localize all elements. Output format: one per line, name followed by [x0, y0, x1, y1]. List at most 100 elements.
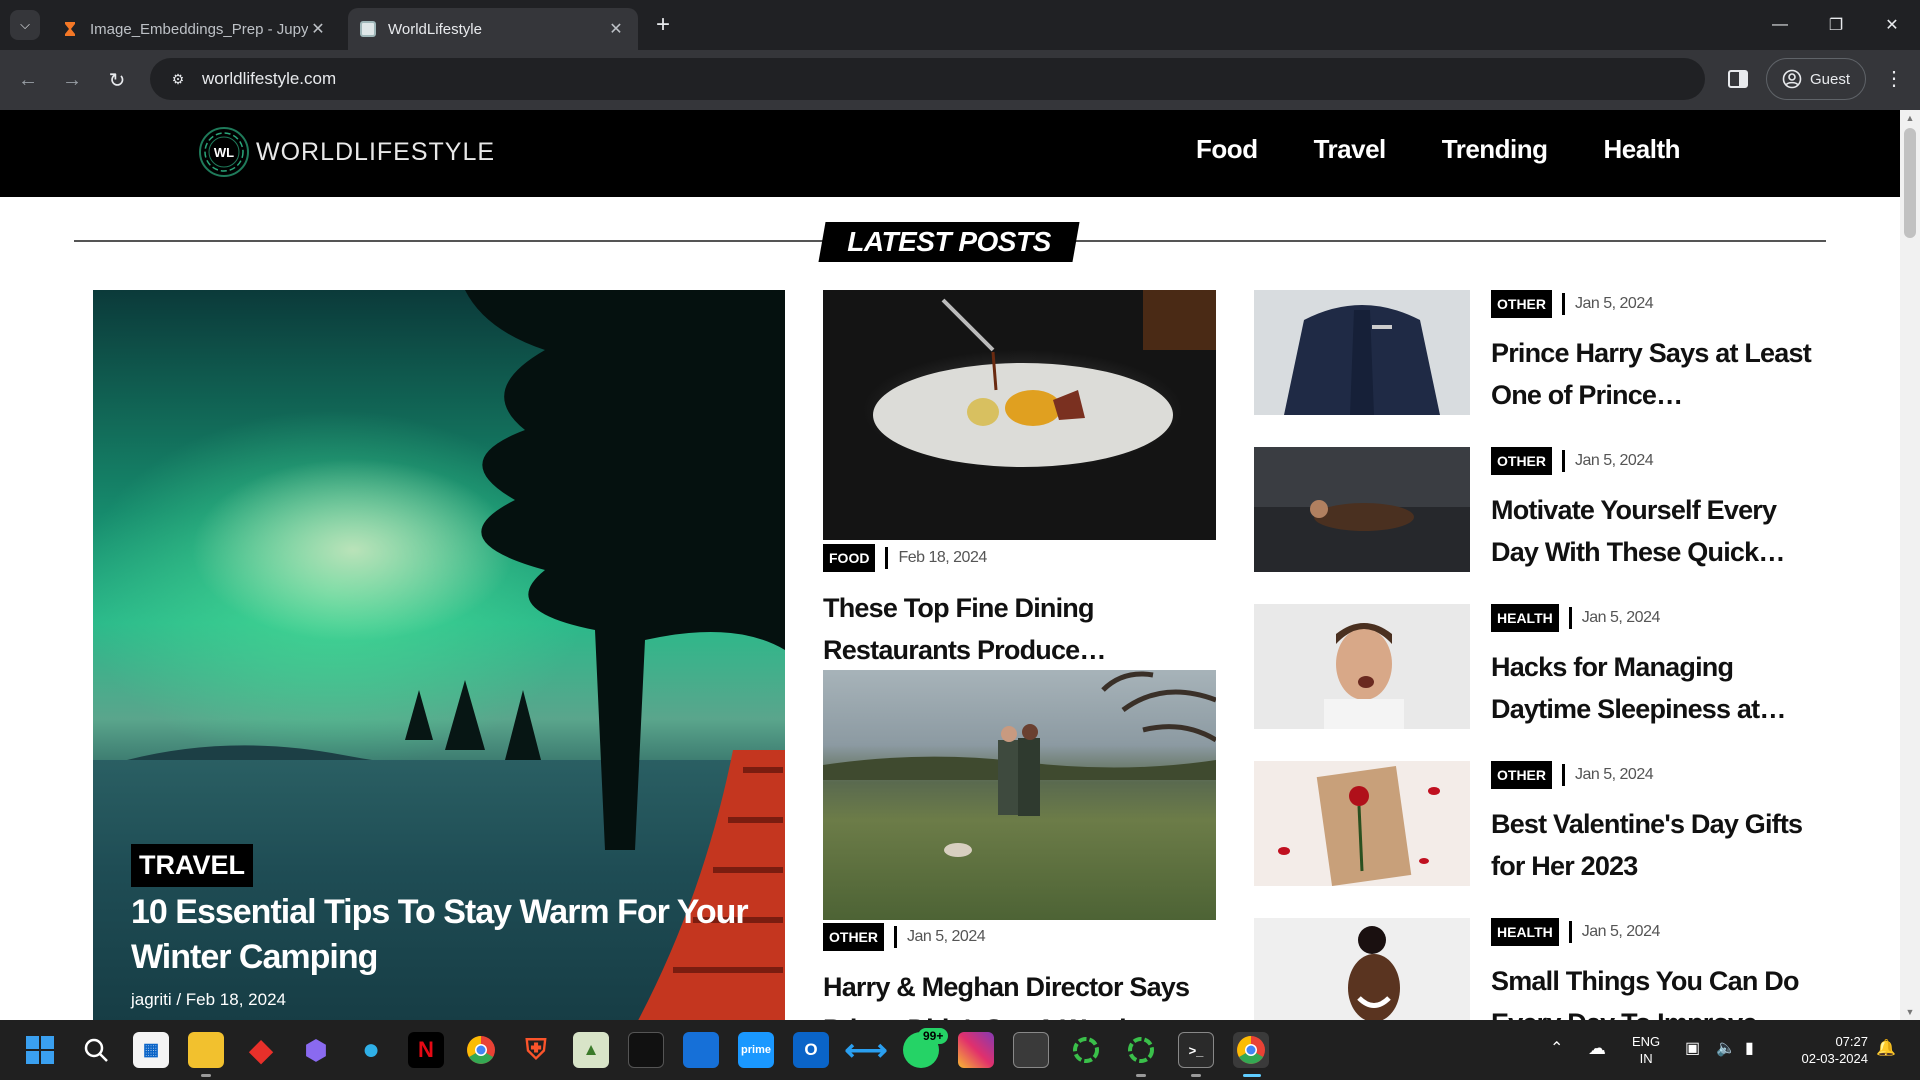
back-button[interactable]: ← — [12, 64, 44, 96]
smiling-woman-image — [1348, 926, 1400, 1020]
chrome-active-icon[interactable] — [1233, 1032, 1269, 1068]
language-label: ENG — [1632, 1034, 1661, 1049]
user-circle-icon — [1782, 69, 1802, 89]
category-badge[interactable]: OTHER — [1491, 290, 1552, 318]
site-header: WL WORLDLIFESTYLE Food Travel Trending H… — [0, 110, 1900, 197]
loading-ring-icon[interactable] — [1068, 1032, 1104, 1068]
post-title[interactable]: Small Things You Can Do Every Day To Imp… — [1491, 960, 1821, 1020]
close-tab-icon[interactable]: ✕ — [606, 19, 626, 39]
terminal-icon[interactable]: >_ — [1178, 1032, 1214, 1068]
category-badge[interactable]: OTHER — [1491, 761, 1552, 789]
nav-food[interactable]: Food — [1196, 134, 1258, 165]
category-badge[interactable]: OTHER — [823, 923, 884, 951]
region-label: IN — [1639, 1051, 1653, 1066]
post-title[interactable]: Prince Harry Says at Least One of Prince… — [1491, 332, 1821, 416]
active-indicator — [1243, 1074, 1261, 1077]
post-image-harry-meghan[interactable] — [823, 670, 1216, 920]
logo-text: WORLDLIFESTYLE — [256, 137, 496, 166]
forward-button[interactable]: → — [56, 64, 88, 96]
vscode-icon[interactable]: ⟷ — [845, 1032, 888, 1068]
post-date: Jan 5, 2024 — [1581, 609, 1661, 626]
minimize-button[interactable]: — — [1752, 0, 1808, 50]
sofa-sleeper-image — [1254, 447, 1470, 572]
tray-chevron-up-icon[interactable]: ⌃ — [1550, 1040, 1563, 1057]
tab-jupyter[interactable]: Image_Embeddings_Prep - Jupyter ✕ — [50, 8, 340, 50]
tab-title: Image_Embeddings_Prep - Jupyter — [90, 20, 308, 38]
post-image-sleepiness[interactable] — [1254, 604, 1470, 729]
clock-date: 02-03-2024 — [1801, 1051, 1869, 1066]
start-button[interactable] — [22, 1032, 58, 1068]
loading-ring-icon-2[interactable] — [1123, 1032, 1159, 1068]
tab-worldlifestyle[interactable]: WorldLifestyle ✕ — [348, 8, 638, 50]
outlook-icon[interactable]: O — [793, 1032, 829, 1068]
edge-icon[interactable]: ● — [353, 1032, 389, 1068]
nav-health[interactable]: Health — [1604, 134, 1681, 165]
post-meta-row: OTHER Jan 5, 2024 — [1491, 761, 1654, 789]
hero-post[interactable]: TRAVEL 10 Essential Tips To Stay Warm Fo… — [93, 290, 785, 1020]
page-scrollbar[interactable]: ▲ ▼ — [1900, 110, 1920, 1020]
post-title[interactable]: Harry & Meghan Director Says Prince Didn… — [823, 966, 1223, 1020]
tab-search-button[interactable]: ⌵ — [10, 10, 40, 40]
scrollbar-thumb[interactable] — [1904, 128, 1916, 238]
profile-button[interactable]: Guest — [1766, 58, 1866, 100]
post-title[interactable]: These Top Fine Dining Restaurants Produc… — [823, 587, 1223, 671]
post-date: Feb 18, 2024 — [898, 549, 987, 566]
close-window-button[interactable]: ✕ — [1864, 0, 1920, 50]
post-image-small-things[interactable] — [1254, 918, 1470, 1020]
volume-muted-icon[interactable]: 🔈 — [1716, 1040, 1736, 1057]
search-icon[interactable] — [78, 1032, 114, 1068]
hero-category-badge[interactable]: TRAVEL — [131, 844, 253, 887]
post-image-valentine[interactable] — [1254, 761, 1470, 886]
meta-separator — [1568, 921, 1572, 943]
address-bar[interactable]: ⚙ worldlifestyle.com — [150, 58, 1705, 100]
site-logo[interactable]: WL WORLDLIFESTYLE — [198, 126, 495, 178]
close-tab-icon[interactable]: ✕ — [308, 19, 328, 39]
side-panel-icon[interactable] — [1725, 66, 1751, 92]
running-indicator — [1136, 1074, 1146, 1077]
new-tab-button[interactable]: + — [650, 12, 676, 38]
reload-button[interactable]: ↻ — [101, 64, 133, 96]
notification-bell-icon[interactable]: 🔔 — [1876, 1040, 1896, 1057]
store-icon[interactable]: ▦ — [133, 1032, 169, 1068]
blue-app-icon[interactable] — [683, 1032, 719, 1068]
post-image-fine-dining[interactable] — [823, 290, 1216, 540]
worldlifestyle-favicon — [360, 21, 376, 37]
post-title[interactable]: Motivate Yourself Every Day With These Q… — [1491, 489, 1821, 573]
copilot-icon[interactable]: ⬢ — [298, 1032, 334, 1068]
clock[interactable]: 07:27 02-03-2024 — [1782, 1033, 1869, 1067]
brave-icon[interactable]: ⛨ — [518, 1032, 554, 1068]
nav-travel[interactable]: Travel — [1314, 134, 1387, 165]
category-badge[interactable]: OTHER — [1491, 447, 1552, 475]
window-app-icon[interactable] — [1013, 1032, 1049, 1068]
battery-icon[interactable]: ▮ — [1745, 1040, 1754, 1057]
file-explorer-icon[interactable] — [188, 1032, 224, 1068]
post-title[interactable]: Best Valentine's Day Gifts for Her 2023 — [1491, 803, 1821, 887]
app-diamond-icon[interactable]: ◆ — [243, 1032, 279, 1068]
post-title[interactable]: Hacks for Managing Daytime Sleepiness at… — [1491, 646, 1821, 730]
running-indicator — [1191, 1074, 1201, 1077]
post-date: Jan 5, 2024 — [1575, 766, 1654, 783]
clock-time: 07:27 — [1835, 1034, 1868, 1049]
hero-title[interactable]: 10 Essential Tips To Stay Warm For Your … — [131, 890, 751, 980]
category-badge[interactable]: FOOD — [823, 544, 876, 572]
chrome-icon[interactable] — [463, 1032, 499, 1068]
post-image-prince-harry[interactable] — [1254, 290, 1470, 415]
language-indicator[interactable]: ENG IN — [1632, 1033, 1660, 1067]
more-menu-icon[interactable]: ⋮ — [1882, 64, 1906, 94]
prime-video-icon[interactable]: prime — [738, 1032, 774, 1068]
instagram-icon[interactable] — [958, 1032, 994, 1068]
category-badge[interactable]: HEALTH — [1491, 604, 1559, 632]
onedrive-cloud-icon[interactable]: ☁ — [1588, 1039, 1606, 1057]
category-badge[interactable]: HEALTH — [1491, 918, 1559, 946]
post-image-motivate[interactable] — [1254, 447, 1470, 572]
nav-trending[interactable]: Trending — [1442, 134, 1548, 165]
image-viewer-icon[interactable]: ▲ — [573, 1032, 609, 1068]
scroll-down-arrow-icon[interactable]: ▼ — [1900, 1004, 1920, 1020]
site-info-icon[interactable]: ⚙ — [164, 65, 192, 93]
meta-separator — [1568, 607, 1572, 629]
network-icon[interactable]: ▣ — [1685, 1040, 1700, 1057]
netflix-icon[interactable]: N — [408, 1032, 444, 1068]
restore-button[interactable]: ❐ — [1808, 0, 1864, 50]
scroll-up-arrow-icon[interactable]: ▲ — [1900, 110, 1920, 126]
terminal-window-icon[interactable] — [628, 1032, 664, 1068]
